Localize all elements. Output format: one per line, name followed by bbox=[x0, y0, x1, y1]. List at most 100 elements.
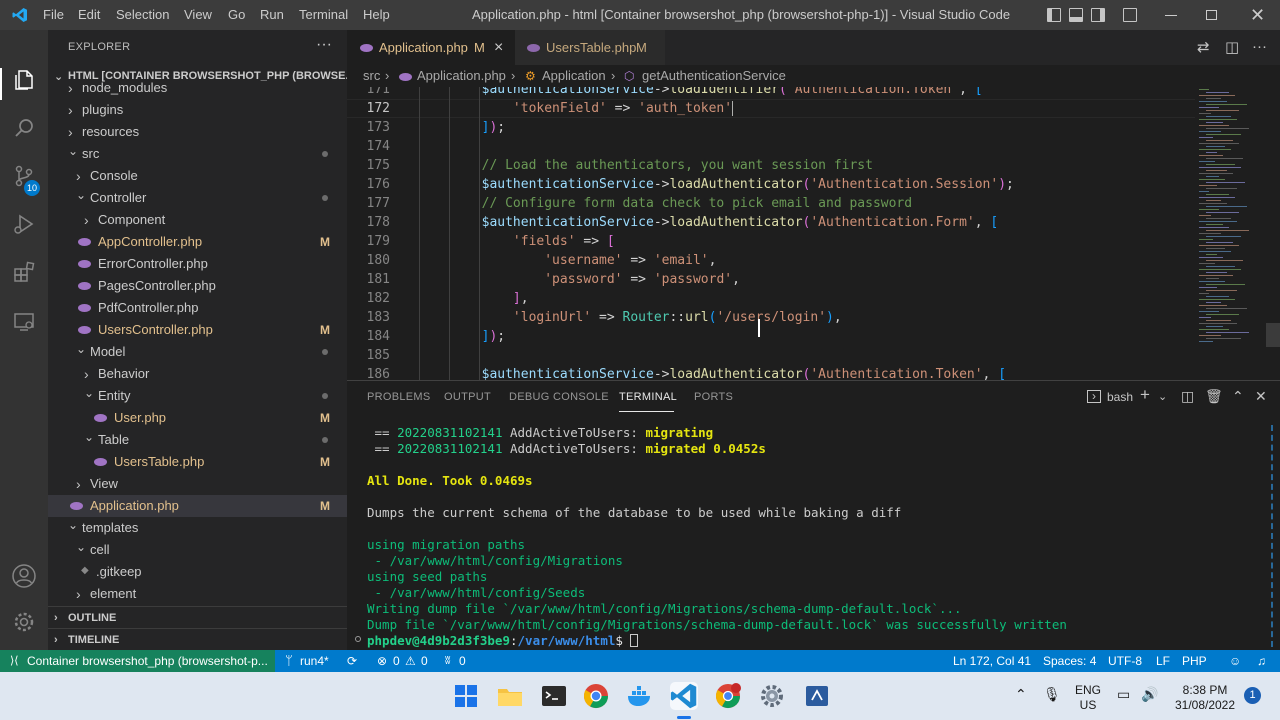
menu-run[interactable]: Run bbox=[260, 7, 284, 22]
volume-icon[interactable]: 🔊 bbox=[1141, 686, 1158, 703]
menu-terminal[interactable]: Terminal bbox=[299, 7, 348, 22]
chrome-icon[interactable] bbox=[582, 682, 610, 710]
split-editor-icon[interactable]: ◫ bbox=[1225, 38, 1239, 56]
vscode-taskbar-icon[interactable] bbox=[670, 682, 698, 710]
tree-item[interactable]: ⌄ Model bbox=[48, 341, 347, 363]
close-tab-icon[interactable]: × bbox=[494, 30, 503, 65]
clock-date[interactable]: 31/08/2022 bbox=[1170, 698, 1240, 712]
tab-application-php[interactable]: Application.php M × bbox=[347, 30, 515, 65]
tree-item[interactable]: › Console bbox=[48, 165, 347, 187]
terminal-prompt[interactable]: phpdev@4d9b2d3f3be9:/var/www/html$ bbox=[367, 633, 639, 649]
explorer-icon[interactable] bbox=[10, 68, 38, 96]
restore-icon[interactable] bbox=[1206, 10, 1217, 20]
manage-gear-icon[interactable] bbox=[10, 610, 38, 638]
encoding[interactable]: UTF-8 bbox=[1108, 650, 1142, 672]
tree-item[interactable]: ⌄ Table bbox=[48, 429, 347, 451]
search-icon[interactable] bbox=[10, 116, 38, 144]
tree-item[interactable]: › Component bbox=[48, 209, 347, 231]
editor-scrollbar[interactable] bbox=[1266, 323, 1280, 347]
sync-icon[interactable]: ⟳ bbox=[347, 650, 357, 672]
breadcrumb-file[interactable]: Application.php bbox=[417, 65, 506, 87]
tab-debug-console[interactable]: DEBUG CONSOLE bbox=[509, 391, 609, 403]
breadcrumb-src[interactable]: src bbox=[363, 65, 380, 87]
tree-item[interactable]: UsersTable.php M bbox=[48, 451, 347, 473]
notifications-bell-icon[interactable]: ♫ bbox=[1257, 650, 1266, 672]
compare-changes-icon[interactable]: ⇄ bbox=[1197, 38, 1210, 56]
close-panel-icon[interactable]: ✕ bbox=[1255, 388, 1267, 405]
timeline-section[interactable]: › TIMELINE bbox=[48, 628, 347, 650]
terminal-shell-label[interactable]: bash bbox=[1107, 390, 1133, 404]
remote-explorer-icon[interactable] bbox=[10, 310, 38, 338]
menu-go[interactable]: Go bbox=[228, 7, 245, 22]
minimap[interactable] bbox=[1195, 87, 1265, 347]
language-indicator-bottom[interactable]: US bbox=[1074, 698, 1102, 712]
docker-icon[interactable] bbox=[626, 682, 654, 710]
run-debug-icon[interactable] bbox=[10, 212, 38, 240]
toggle-sidebar-icon[interactable] bbox=[1047, 8, 1061, 22]
more-actions-icon[interactable]: ··· bbox=[1252, 38, 1267, 55]
error-count[interactable]: 0 bbox=[393, 650, 400, 672]
clock-time[interactable]: 8:38 PM bbox=[1170, 683, 1240, 697]
tab-userstable-php[interactable]: UsersTable.php M bbox=[515, 30, 665, 65]
tree-item[interactable]: PagesController.php bbox=[48, 275, 347, 297]
end-of-line[interactable]: LF bbox=[1156, 650, 1170, 672]
menu-file[interactable]: File bbox=[43, 7, 64, 22]
language-mode[interactable]: PHP bbox=[1182, 650, 1207, 672]
warning-count[interactable]: 0 bbox=[421, 650, 428, 672]
menu-edit[interactable]: Edit bbox=[78, 7, 100, 22]
minimize-icon[interactable] bbox=[1165, 15, 1177, 16]
tree-item[interactable]: ⌄ templates bbox=[48, 517, 347, 539]
extensions-icon[interactable] bbox=[10, 260, 38, 288]
breadcrumb-method[interactable]: getAuthenticationService bbox=[642, 65, 786, 87]
feedback-icon[interactable]: ☺ bbox=[1229, 650, 1241, 672]
toggle-panel-icon[interactable] bbox=[1069, 8, 1083, 22]
tab-output[interactable]: OUTPUT bbox=[444, 391, 491, 403]
tree-item[interactable]: ⌄ Controller bbox=[48, 187, 347, 209]
tree-item[interactable]: ⌄ cell bbox=[48, 539, 347, 561]
customize-layout-icon[interactable] bbox=[1123, 8, 1137, 22]
microphone-icon[interactable]: 🎙 bbox=[1043, 686, 1061, 703]
tree-item[interactable]: ⌄ src bbox=[48, 143, 347, 165]
tree-item[interactable]: › View bbox=[48, 473, 347, 495]
tree-item[interactable]: ErrorController.php bbox=[48, 253, 347, 275]
accounts-icon[interactable] bbox=[10, 563, 38, 591]
tree-item[interactable]: › node_modules bbox=[48, 77, 347, 99]
tree-item[interactable]: › element bbox=[48, 583, 347, 605]
tree-item[interactable]: › resources bbox=[48, 121, 347, 143]
file-explorer-icon[interactable] bbox=[496, 682, 524, 710]
tree-item[interactable]: PdfController.php bbox=[48, 297, 347, 319]
maximize-panel-icon[interactable]: ⌃ bbox=[1232, 388, 1244, 405]
toggle-secondary-sidebar-icon[interactable] bbox=[1091, 8, 1105, 22]
cursor-position[interactable]: Ln 172, Col 41 bbox=[953, 650, 1031, 672]
tab-terminal[interactable]: TERMINAL bbox=[619, 391, 677, 403]
tree-item[interactable]: AppController.php M bbox=[48, 231, 347, 253]
tray-overflow-icon[interactable]: ⌃ bbox=[1015, 686, 1027, 703]
settings-gear-icon[interactable] bbox=[758, 682, 786, 710]
tree-item[interactable]: UsersController.php M bbox=[48, 319, 347, 341]
chrome-profile-icon[interactable] bbox=[714, 682, 742, 710]
outline-section[interactable]: › OUTLINE bbox=[48, 606, 347, 628]
trash-icon[interactable]: 🗑 bbox=[1205, 388, 1223, 405]
code-editor[interactable]: 171 172 173 174 175 176 177 178 179 180 181 182 183 1… bbox=[347, 87, 1280, 380]
tree-item[interactable]: ◆ .gitkeep bbox=[48, 561, 347, 583]
more-actions-icon[interactable]: ··· bbox=[316, 36, 332, 54]
menu-view[interactable]: View bbox=[184, 7, 212, 22]
chevron-down-icon[interactable]: ⌄ bbox=[1158, 390, 1167, 403]
tab-problems[interactable]: PROBLEMS bbox=[367, 391, 431, 403]
remote-desktop-icon[interactable] bbox=[803, 682, 831, 710]
network-icon[interactable]: ▭ bbox=[1117, 686, 1130, 703]
git-branch[interactable]: run4* bbox=[300, 650, 329, 672]
notification-count-badge[interactable]: 1 bbox=[1244, 687, 1261, 704]
split-terminal-icon[interactable]: ◫ bbox=[1181, 388, 1194, 405]
remote-indicator[interactable]: ⟩⟨ Container browsershot_php (browsersho… bbox=[0, 650, 275, 672]
indentation[interactable]: Spaces: 4 bbox=[1043, 650, 1096, 672]
tree-item[interactable]: Application.php M bbox=[48, 495, 347, 517]
windows-start-icon[interactable] bbox=[452, 682, 480, 710]
close-window-icon[interactable]: ✕ bbox=[1250, 5, 1265, 26]
menu-help[interactable]: Help bbox=[363, 7, 390, 22]
tree-item[interactable]: › plugins bbox=[48, 99, 347, 121]
breadcrumb-class[interactable]: Application bbox=[542, 65, 606, 87]
tab-ports[interactable]: PORTS bbox=[694, 391, 733, 403]
language-indicator-top[interactable]: ENG bbox=[1074, 683, 1102, 697]
ports-count[interactable]: 0 bbox=[459, 650, 466, 672]
